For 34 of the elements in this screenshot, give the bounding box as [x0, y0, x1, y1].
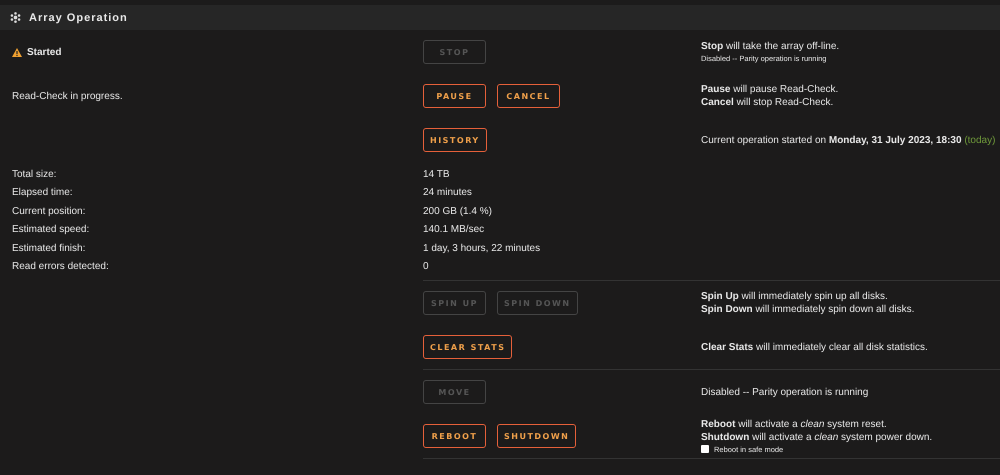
description-text: Cancel will stop Read-Check.	[701, 96, 834, 109]
stat-value: 14 TB	[423, 168, 450, 180]
description-text: Stop will take the array off-line.	[701, 40, 840, 53]
description-text: Reboot will activate a clean system reset.	[701, 418, 888, 430]
stat-label: Estimated speed:	[12, 224, 90, 236]
description-text: Spin Down will immediately spin down all disks.	[701, 303, 916, 316]
action-button[interactable]: HISTORY	[423, 128, 487, 152]
section-title: Array Operation	[29, 12, 128, 24]
stat-label: Estimated finish:	[12, 242, 86, 254]
status-text: Read-Check in progress.	[12, 90, 123, 102]
description-text: Clear Stats will immediately clear all disk statistics.	[701, 340, 929, 354]
stat-value: 24 minutes	[423, 187, 473, 198]
stat-label: Elapsed time:	[12, 187, 74, 198]
stat-value: 1 day, 3 hours, 22 minutes	[423, 242, 542, 254]
stat-value: 200 GB (1.4 %)	[423, 206, 493, 217]
stat-label: Current position:	[12, 206, 86, 217]
status-text: Started	[27, 46, 62, 58]
action-button[interactable]: PAUSE	[423, 84, 486, 108]
description-text: Spin Up will immediately spin up all disks.	[701, 290, 889, 303]
checkbox[interactable]	[701, 445, 709, 453]
stat-value: 140.1 MB/sec	[423, 224, 486, 236]
action-button[interactable]: CLEAR STATS	[423, 335, 512, 359]
description-text: Current operation started on Monday, 31 July 2023, 18:30 (today)	[701, 134, 996, 146]
action-button[interactable]: CANCEL	[497, 84, 560, 108]
description-text: Pause will pause Read-Check.	[701, 83, 840, 96]
action-button[interactable]: REBOOT	[423, 424, 486, 448]
action-button[interactable]: SHUTDOWN	[497, 424, 576, 448]
warning-icon	[12, 48, 22, 56]
stat-value: 0	[423, 261, 430, 272]
stat-label: Read errors detected:	[12, 261, 110, 272]
stat-label: Total size:	[12, 168, 58, 180]
description-text: Disabled -- Parity operation is running	[701, 386, 870, 398]
description-text: Shutdown will activate a clean system power down.	[701, 430, 934, 444]
snowflake-icon	[10, 12, 21, 23]
